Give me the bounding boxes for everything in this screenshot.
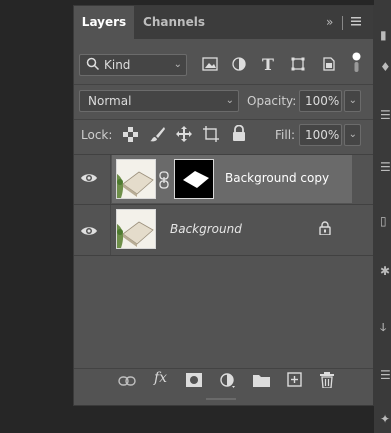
tool-icon-2[interactable]: ♦ <box>380 60 391 74</box>
layers-panel: Layers Channels » Kind ⌄ T Normal ⌄ Opac… <box>73 5 374 406</box>
divider <box>74 119 373 120</box>
smart-object-filter-icon[interactable] <box>322 57 336 74</box>
lock-position-icon[interactable] <box>176 126 192 145</box>
fill-input[interactable]: 100% <box>299 124 342 146</box>
collapse-icon[interactable]: » <box>326 15 333 29</box>
chevron-down-icon: ⌄ <box>348 129 357 140</box>
panel-tab-bar: Layers Channels » <box>74 6 373 39</box>
layer-name[interactable]: Background <box>170 222 242 236</box>
opacity-dropdown[interactable]: ⌄ <box>344 90 361 112</box>
mask-link-icon[interactable] <box>159 171 169 192</box>
folder-icon[interactable] <box>253 374 270 390</box>
new-layer-icon[interactable] <box>287 372 302 390</box>
layer-row-background-copy[interactable]: Background copy <box>112 155 352 203</box>
tool-icon-3[interactable]: ☰ <box>380 108 391 122</box>
search-icon <box>86 57 100 74</box>
filter-toggle[interactable] <box>352 52 361 72</box>
opacity-input[interactable]: 100% <box>299 90 342 112</box>
lock-image-pixels-icon[interactable] <box>150 126 166 145</box>
layer-thumbnail <box>116 159 156 199</box>
type-filter-icon[interactable]: T <box>262 55 274 74</box>
tab-divider <box>342 16 343 30</box>
divider <box>74 84 373 85</box>
panel-menu-icon[interactable] <box>350 14 362 31</box>
kind-label: Kind <box>104 58 131 72</box>
blend-mode-value: Normal <box>88 94 132 108</box>
chevron-down-icon: ⌄ <box>225 95 234 106</box>
fill-dropdown[interactable]: ⌄ <box>344 124 361 146</box>
tool-icon-8[interactable]: ☰ <box>380 368 391 382</box>
blend-mode-select[interactable]: Normal ⌄ <box>79 90 239 112</box>
fx-icon[interactable]: fx <box>154 370 167 386</box>
layer-row-background[interactable]: Background <box>112 205 352 253</box>
fill-label: Fill: <box>275 128 296 142</box>
eye-icon[interactable] <box>80 169 98 190</box>
tool-icon-6[interactable]: ✱ <box>380 264 390 278</box>
eye-icon[interactable] <box>80 222 98 243</box>
layer-thumbnail <box>116 209 156 249</box>
chevron-down-icon: ⌄ <box>348 95 357 106</box>
opacity-label: Opacity: <box>247 94 297 108</box>
image-filter-icon[interactable] <box>202 57 218 74</box>
tool-icon-9[interactable]: ✦ <box>380 412 390 426</box>
lock-transparent-pixels-icon[interactable] <box>123 127 138 145</box>
tab-channels[interactable]: Channels <box>134 6 214 39</box>
link-layers-icon[interactable] <box>118 375 136 390</box>
trash-icon[interactable] <box>320 372 334 391</box>
tool-icon-7[interactable]: ↆ <box>380 320 386 335</box>
tab-layers[interactable]: Layers <box>74 6 134 39</box>
chevron-down-icon: ⌄ <box>173 59 182 70</box>
adjustment-layer-icon[interactable] <box>220 373 236 392</box>
lock-all-icon[interactable] <box>232 124 246 144</box>
tool-icon-1[interactable]: ▮ <box>380 28 387 42</box>
kind-filter-select[interactable]: Kind ⌄ <box>79 54 187 76</box>
divider <box>74 255 373 256</box>
layer-name[interactable]: Background copy <box>225 171 329 185</box>
lock-label: Lock: <box>81 128 113 142</box>
divider <box>74 368 373 369</box>
layer-mask-thumbnail[interactable] <box>174 159 214 199</box>
visibility-column-divider <box>110 155 111 255</box>
lock-icon[interactable] <box>319 221 331 238</box>
add-mask-icon[interactable] <box>186 373 202 390</box>
tool-icon-5[interactable]: ▯ <box>380 214 387 228</box>
adjustment-filter-icon[interactable] <box>232 57 246 74</box>
shape-filter-icon[interactable] <box>291 57 305 74</box>
lock-artboard-icon[interactable] <box>203 126 219 145</box>
tool-icon-4[interactable]: ☰ <box>380 160 391 174</box>
panel-resize-grip[interactable] <box>206 398 236 400</box>
